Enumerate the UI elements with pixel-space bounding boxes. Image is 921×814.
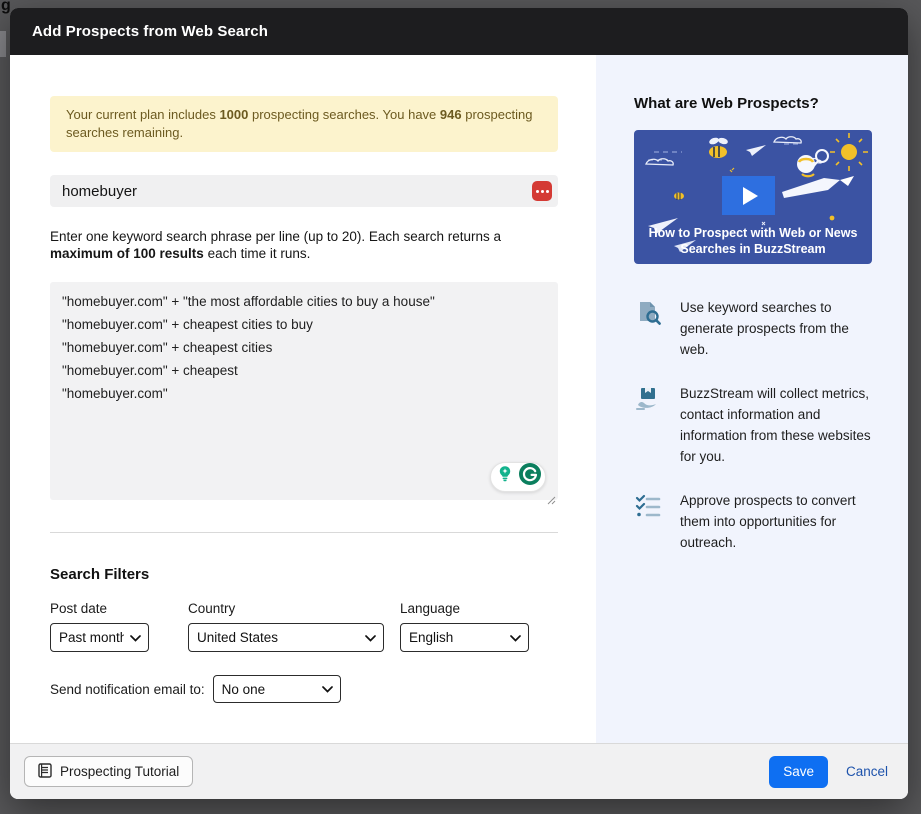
bullet-text: Approve prospects to convert them into o… <box>680 493 856 550</box>
textarea-resize-handle[interactable] <box>547 489 556 505</box>
sidebar-heading: What are Web Prospects? <box>634 95 819 112</box>
language-label: Language <box>400 601 461 616</box>
grammarly-suggestion-bulb-icon[interactable] <box>494 463 516 492</box>
country-select[interactable]: United States <box>188 623 384 652</box>
modal-footer: Prospecting Tutorial Save Cancel <box>10 743 908 799</box>
play-icon[interactable] <box>722 176 775 215</box>
collect-data-icon <box>634 383 664 467</box>
modal-title: Add Prospects from Web Search <box>32 23 269 40</box>
post-date-label: Post date <box>50 601 108 616</box>
list-item: Use keyword searches to generate prospec… <box>634 297 872 360</box>
keywords-textarea[interactable]: "homebuyer.com" + "the most affordable c… <box>50 282 558 505</box>
password-manager-dots-icon[interactable] <box>532 181 552 201</box>
keyword-line: "homebuyer.com" + cheapest cities to buy <box>62 317 313 332</box>
keyword-line: "homebuyer.com" <box>62 386 168 401</box>
tutorial-button-label: Prospecting Tutorial <box>60 764 180 779</box>
prospecting-tutorial-button[interactable]: Prospecting Tutorial <box>24 756 194 787</box>
document-search-icon <box>634 297 664 360</box>
save-button[interactable]: Save <box>769 755 828 788</box>
list-item: BuzzStream will collect metrics, contact… <box>634 383 872 467</box>
background-page-fragment <box>0 31 6 57</box>
grammarly-logo-icon[interactable] <box>518 462 542 493</box>
search-name-value: homebuyer <box>62 182 138 200</box>
keyword-instructions: Enter one keyword search phrase per line… <box>50 229 501 261</box>
alert-text: Your current plan includes <box>66 107 220 122</box>
keyword-line: "homebuyer.com" + cheapest <box>62 363 238 378</box>
grammarly-widget[interactable] <box>490 462 546 492</box>
cancel-link[interactable]: Cancel <box>846 764 888 779</box>
alert-total-searches: 1000 <box>219 107 249 122</box>
background-page-text: g <box>1 0 11 14</box>
language-select[interactable]: English <box>400 623 529 652</box>
notification-email-label: Send notification email to: <box>50 681 205 697</box>
alert-remaining-searches: 946 <box>439 107 462 122</box>
post-date-select[interactable]: Past month <box>50 623 149 652</box>
help-sidebar: What are Web Prospects? How to Prospect … <box>596 55 908 743</box>
keyword-line: "homebuyer.com" + "the most affordable c… <box>62 294 435 309</box>
notification-email-select[interactable]: No one <box>212 675 341 703</box>
search-name-input[interactable]: homebuyer <box>50 175 558 207</box>
add-prospects-modal: Add Prospects from Web Search Your curre… <box>10 8 908 799</box>
checklist-icon <box>634 490 664 553</box>
keyword-line: "homebuyer.com" + cheapest cities <box>62 340 273 355</box>
country-label: Country <box>188 601 236 616</box>
modal-main-panel: Your current plan includes 1000 prospect… <box>10 55 596 743</box>
modal-header: Add Prospects from Web Search <box>10 8 908 55</box>
video-caption: How to Prospect with Web or News Searche… <box>648 226 858 256</box>
bullet-text: BuzzStream will collect metrics, contact… <box>680 386 871 464</box>
tutorial-video-thumbnail[interactable]: How to Prospect with Web or News Searche… <box>634 130 872 264</box>
section-divider <box>50 532 558 533</box>
plan-usage-alert: Your current plan includes 1000 prospect… <box>50 96 558 152</box>
list-item: Approve prospects to convert them into o… <box>634 490 872 553</box>
search-filters-heading: Search Filters <box>50 566 150 583</box>
bullet-text: Use keyword searches to generate prospec… <box>680 300 849 357</box>
book-icon <box>38 762 52 781</box>
